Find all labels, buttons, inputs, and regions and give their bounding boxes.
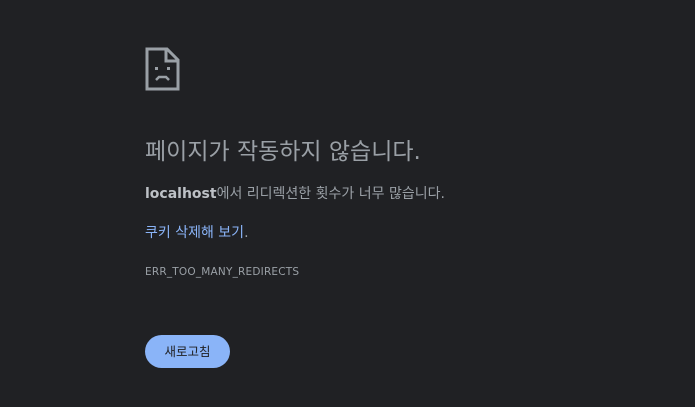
error-message: 에서 리디렉션한 횟수가 너무 많습니다.: [216, 186, 445, 202]
host-name: localhost: [145, 186, 217, 202]
clear-cookies-link[interactable]: 쿠키 삭제해 보기: [145, 225, 244, 241]
error-page: 페이지가 작동하지 않습니다. localhost에서 리디렉션한 횟수가 너무…: [0, 0, 695, 407]
reload-button[interactable]: 새로고침: [145, 335, 230, 368]
error-code: ERR_TOO_MANY_REDIRECTS: [145, 266, 300, 278]
clear-cookies-suggestion: 쿠키 삭제해 보기.: [145, 223, 249, 243]
clear-cookies-suffix: .: [244, 225, 249, 241]
error-description: localhost에서 리디렉션한 횟수가 너무 많습니다.: [145, 184, 445, 204]
sad-page-icon: [145, 47, 180, 91]
page-title: 페이지가 작동하지 않습니다.: [145, 139, 421, 165]
